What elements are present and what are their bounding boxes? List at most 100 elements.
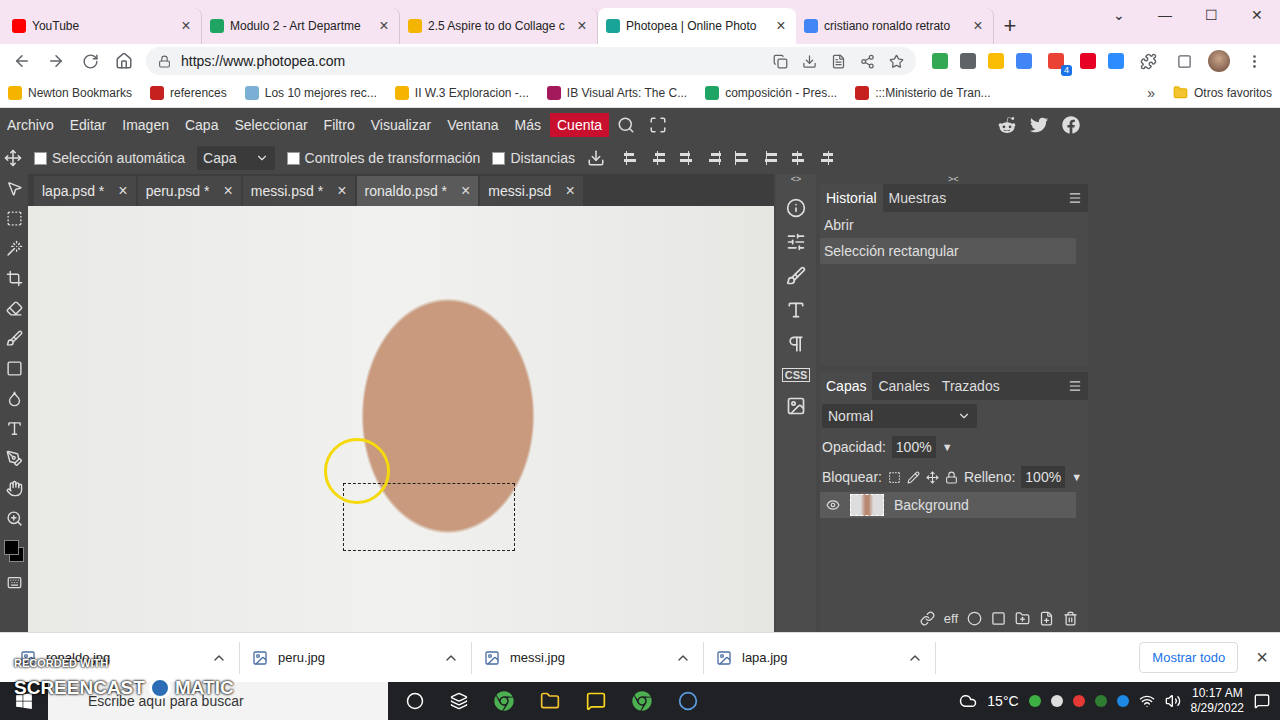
zoom-extension-icon[interactable] bbox=[1108, 53, 1124, 69]
foreground-color-swatch[interactable] bbox=[4, 540, 19, 555]
drive-extension-icon[interactable] bbox=[988, 53, 1004, 69]
menu-item[interactable]: Más bbox=[508, 113, 548, 137]
collapse-toggle[interactable]: >< bbox=[820, 174, 1088, 184]
page-icon[interactable] bbox=[831, 54, 846, 69]
bookmark[interactable]: II W.3 Exploracion -... bbox=[395, 86, 529, 100]
layer-row[interactable]: Background bbox=[820, 492, 1076, 518]
reddit-icon[interactable] bbox=[998, 116, 1016, 134]
effects-button[interactable]: eff bbox=[944, 611, 958, 626]
text-tool-icon[interactable] bbox=[6, 420, 23, 437]
weather-icon[interactable] bbox=[959, 692, 977, 710]
cortana-button[interactable] bbox=[406, 692, 424, 710]
distances-option[interactable]: Distancias bbox=[492, 150, 575, 166]
download-item[interactable]: peru.jpg bbox=[240, 642, 472, 674]
fill-field[interactable]: 100% bbox=[1021, 466, 1065, 488]
info-icon[interactable] bbox=[786, 198, 806, 218]
clock[interactable]: 10:17 AM8/29/2022 bbox=[1191, 686, 1244, 716]
blend-mode-select[interactable]: Normal bbox=[822, 404, 977, 428]
link-icon[interactable] bbox=[920, 611, 935, 626]
more-bookmarks-button[interactable]: » bbox=[1147, 85, 1155, 101]
canvas-photo[interactable] bbox=[28, 206, 774, 632]
align-icon[interactable] bbox=[819, 150, 835, 166]
new-layer-icon[interactable] bbox=[1039, 611, 1054, 626]
bookmark[interactable]: composición - Pres... bbox=[705, 86, 837, 100]
copy-icon[interactable] bbox=[773, 54, 788, 69]
extensions-button[interactable] bbox=[1136, 49, 1160, 73]
css-button[interactable]: CSS bbox=[782, 368, 811, 382]
align-icon[interactable] bbox=[707, 150, 723, 166]
transform-controls-option[interactable]: Controles de transformación bbox=[287, 150, 481, 166]
marquee-tool-icon[interactable] bbox=[6, 210, 23, 227]
checkbox[interactable] bbox=[492, 152, 505, 165]
paragraph-icon[interactable] bbox=[786, 334, 806, 354]
adjustment-layer-icon[interactable] bbox=[967, 611, 982, 626]
dropdown-glyph[interactable]: ▼ bbox=[942, 441, 953, 453]
download-icon[interactable] bbox=[587, 149, 605, 167]
new-tab-button[interactable]: + bbox=[994, 8, 1026, 44]
document-tab[interactable]: lapa.psd *× bbox=[34, 176, 136, 206]
document-close-button[interactable]: × bbox=[337, 182, 346, 200]
menu-item[interactable]: Archivo bbox=[0, 113, 61, 137]
move-tool-icon[interactable] bbox=[4, 149, 22, 167]
visibility-toggle[interactable] bbox=[826, 498, 840, 512]
reload-button[interactable] bbox=[78, 49, 102, 73]
home-button[interactable] bbox=[112, 49, 136, 73]
bookmark[interactable]: :::Ministerio de Tran... bbox=[855, 86, 990, 100]
document-close-button[interactable]: × bbox=[565, 182, 574, 200]
bookmark[interactable]: Newton Bookmarks bbox=[8, 86, 132, 100]
back-button[interactable] bbox=[10, 49, 34, 73]
group-icon[interactable] bbox=[1015, 611, 1030, 626]
chevron-up-icon[interactable] bbox=[443, 650, 459, 666]
facebook-icon[interactable] bbox=[1062, 116, 1080, 134]
chevron-up-icon[interactable] bbox=[675, 650, 691, 666]
document-tab[interactable]: messi.psd *× bbox=[243, 176, 355, 206]
window-control-button[interactable]: ✕ bbox=[1234, 0, 1280, 30]
side-panel-button[interactable] bbox=[1172, 49, 1196, 73]
align-icon[interactable] bbox=[651, 150, 667, 166]
panel-tab[interactable]: Historial bbox=[820, 184, 883, 212]
lock-all-icon[interactable] bbox=[945, 471, 958, 484]
fullscreen-button[interactable] bbox=[643, 116, 673, 134]
blur-tool-icon[interactable] bbox=[6, 390, 23, 407]
chrome-app[interactable] bbox=[494, 691, 514, 711]
close-downloads-button[interactable]: × bbox=[1256, 646, 1268, 669]
search-button[interactable] bbox=[611, 116, 641, 134]
history-item[interactable]: Abrir bbox=[820, 212, 1076, 238]
tab-close-button[interactable]: × bbox=[575, 17, 589, 35]
extension-icon[interactable] bbox=[960, 53, 976, 69]
browser-tab[interactable]: Photopea | Online Photo× bbox=[598, 8, 796, 44]
document-close-button[interactable]: × bbox=[118, 182, 127, 200]
pen-tool-icon[interactable] bbox=[6, 450, 23, 467]
history-item[interactable]: Selección rectangular bbox=[820, 238, 1076, 264]
lock-transparency-icon[interactable] bbox=[888, 471, 901, 484]
chevron-up-icon[interactable] bbox=[211, 650, 227, 666]
notifications-icon[interactable] bbox=[1254, 693, 1270, 709]
menu-item[interactable]: Editar bbox=[63, 113, 114, 137]
browser-tab[interactable]: YouTube× bbox=[4, 8, 202, 44]
move-tool-icon[interactable] bbox=[6, 180, 23, 197]
bookmark-star-icon[interactable] bbox=[889, 54, 904, 69]
document-tab[interactable]: messi.psd× bbox=[480, 176, 582, 206]
dropdown-glyph[interactable]: ▼ bbox=[1071, 471, 1082, 483]
gradient-tool-icon[interactable] bbox=[6, 360, 23, 377]
menu-item[interactable]: Imagen bbox=[115, 113, 176, 137]
menu-item[interactable]: Capa bbox=[178, 113, 225, 137]
align-icon[interactable] bbox=[791, 150, 807, 166]
menu-item[interactable]: Seleccionar bbox=[227, 113, 314, 137]
checkbox[interactable] bbox=[34, 152, 47, 165]
auto-select-option[interactable]: Selección automática bbox=[34, 150, 185, 166]
browser-tab[interactable]: cristiano ronaldo retrato× bbox=[796, 8, 994, 44]
install-icon[interactable] bbox=[802, 54, 817, 69]
panel-menu-button[interactable] bbox=[1062, 184, 1088, 212]
pinterest-extension-icon[interactable] bbox=[1080, 53, 1096, 69]
keyboard-icon[interactable] bbox=[7, 575, 22, 590]
chevron-up-icon[interactable] bbox=[907, 650, 923, 666]
explorer-app[interactable] bbox=[540, 691, 560, 711]
checkbox[interactable] bbox=[287, 152, 300, 165]
document-tab[interactable]: ronaldo.psd *× bbox=[357, 176, 479, 206]
forward-button[interactable] bbox=[44, 49, 68, 73]
selection-marquee[interactable] bbox=[343, 483, 515, 551]
panel-tab[interactable]: Canales bbox=[872, 372, 935, 400]
browser-tab[interactable]: 2.5 Aspire to do Collage c× bbox=[400, 8, 598, 44]
tab-close-button[interactable]: × bbox=[179, 17, 193, 35]
